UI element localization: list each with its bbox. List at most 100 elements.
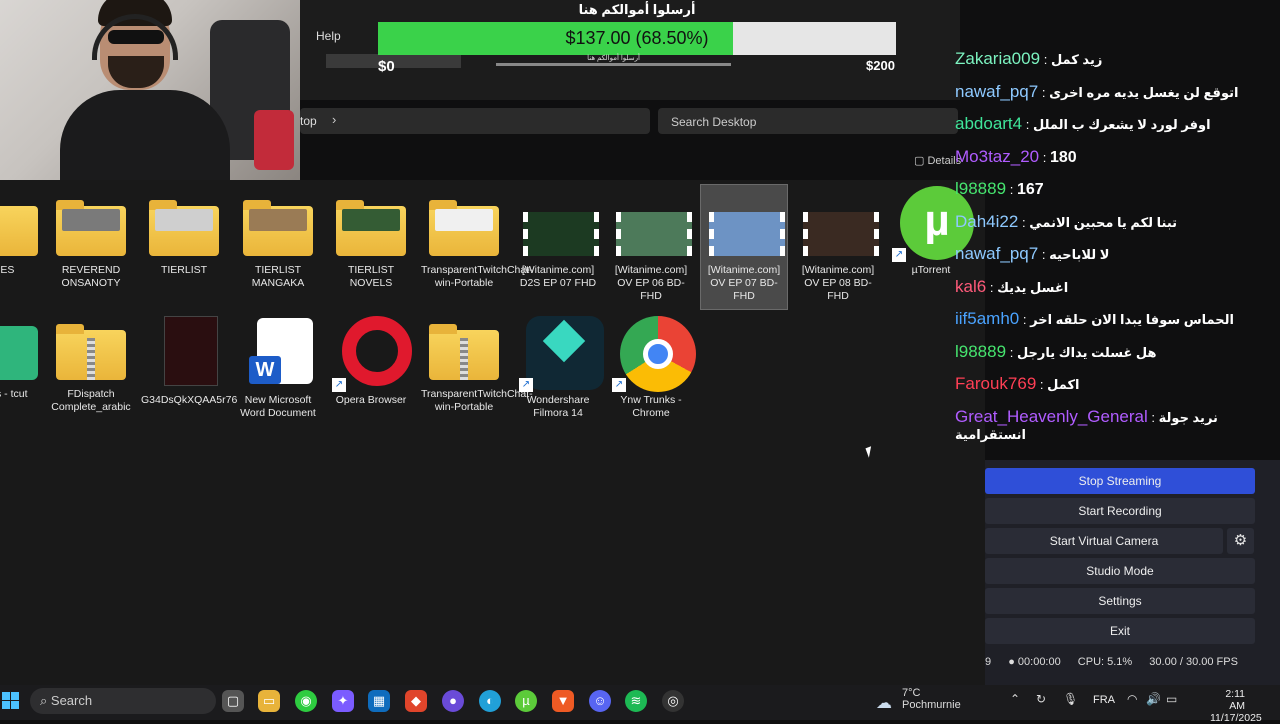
battery-icon[interactable]: ▭ [1166, 692, 1177, 706]
chevron-right-icon[interactable]: › [332, 112, 336, 127]
windows-start-icon[interactable] [0, 691, 20, 711]
file-label: [Witanime.com] OV EP 08 BD-FHD [801, 264, 875, 302]
weather-location: Pochmurnie [902, 699, 961, 711]
file-label: Wondershare Filmora 14 [526, 394, 590, 419]
donation-min: $0 [378, 58, 395, 75]
search-desktop-input[interactable]: Search Desktop [658, 108, 958, 134]
store-icon[interactable]: ▦ [368, 690, 390, 712]
donation-mini-title: أرسلوا أموالكم هنا [496, 54, 731, 66]
file-item[interactable]: TransparentTwitchChat-win-Portable [421, 322, 533, 414]
taskbar-search-label: Search [50, 693, 93, 708]
obs-dropped: 9 [985, 656, 992, 668]
file-label: G34DsQkXQAA5r76 [141, 394, 238, 406]
settings-button[interactable]: Settings [985, 588, 1255, 614]
file-item[interactable]: [Witanime.com] OV EP 06 BD-FHD [608, 198, 694, 303]
chat-message: l98889 : هل غسلت يداك يارجل [955, 342, 1157, 361]
stop-streaming-button[interactable]: Stop Streaming [985, 468, 1255, 494]
file-label: [Witanime.com] D2S EP 07 FHD [519, 264, 597, 289]
obs-status-bar: 9 ● 00:00:00 CPU: 5.1% 30.00 / 30.00 FPS [985, 656, 1270, 678]
webcam-overlay [0, 0, 300, 180]
chat-message: iif5amh0 : الحماس سوفا يبدا الان حلقه اخ… [955, 309, 1234, 328]
menu-help[interactable]: Help [316, 29, 341, 43]
utorrent-taskbar-icon[interactable]: µ [515, 690, 537, 712]
obs-taskbar-icon[interactable]: ◎ [662, 690, 684, 712]
file-item[interactable]: TransparentTwitchChat-win-Portable [421, 198, 533, 290]
file-label: TIERLIST MANGAKA [251, 264, 305, 289]
file-item[interactable]: G34DsQkXQAA5r76 [141, 316, 238, 407]
chat-message: kal6 : اغسل يديك [955, 277, 1069, 296]
brave-icon[interactable]: ▼ [552, 690, 574, 712]
file-label: FDispatch Complete_arabic [51, 388, 131, 413]
language-indicator[interactable]: FRA [1093, 694, 1115, 706]
file-item[interactable]: MES [0, 198, 46, 277]
clock[interactable]: 2:11 AM 11/17/2025 [1210, 688, 1262, 724]
chat-message: nawaf_pq7 : اتوقع لن يغسل يديه مره اخرى [955, 82, 1239, 101]
file-label: [Witanime.com] OV EP 07 BD-FHD [707, 264, 781, 302]
file-item[interactable]: oads - tcut [0, 322, 46, 401]
file-item[interactable]: ↗ Opera Browser [328, 316, 414, 407]
copilot-icon[interactable]: ✦ [332, 690, 354, 712]
chat-message: nawaf_pq7 : لا للاباحيه [955, 244, 1110, 263]
address-text: top [300, 114, 317, 128]
file-label: oads - tcut [0, 388, 28, 400]
file-label: Ynw Trunks - Chrome [620, 394, 682, 419]
file-item[interactable]: ↗ Ynw Trunks - Chrome [608, 316, 696, 420]
chat-message: Farouk769 : اكمل [955, 374, 1080, 393]
task-view-icon[interactable]: ▢ [222, 690, 244, 712]
volume-icon[interactable]: 🔊 [1146, 692, 1161, 706]
chat-message: Great_Heavenly_General : نريد جولة انستق… [955, 407, 1218, 442]
chat-message: Mo3taz_20 : 180 [955, 147, 1077, 166]
studio-mode-button[interactable]: Studio Mode [985, 558, 1255, 584]
file-item[interactable]: [Witanime.com] OV EP 08 BD-FHD [795, 198, 881, 303]
sync-icon[interactable]: ↻ [1036, 692, 1046, 706]
clock-time: 2:11 AM [1225, 688, 1245, 712]
file-item[interactable]: W New Microsoft Word Document [235, 316, 321, 420]
xbox-icon[interactable]: ◉ [295, 690, 317, 712]
discord-icon[interactable]: ☺ [589, 690, 611, 712]
tray-chevron-icon[interactable]: ⌃ [1010, 692, 1020, 706]
chat-app-icon[interactable]: ● [442, 690, 464, 712]
clock-date: 11/17/2025 [1210, 712, 1262, 724]
chat-overlay: Zakaria009 : زيد كمل nawaf_pq7 : اتوقع ل… [955, 45, 1255, 460]
file-label: [Witanime.com] OV EP 06 BD-FHD [614, 264, 688, 302]
obs-fps: 30.00 / 30.00 FPS [1149, 656, 1238, 668]
file-item[interactable]: [Witanime.com] D2S EP 07 FHD [515, 198, 601, 290]
file-label: TIERLIST [160, 264, 208, 276]
file-item[interactable]: ↗ Wondershare Filmora 14 [515, 316, 604, 420]
file-label: Opera Browser [335, 394, 407, 406]
file-explorer-icon[interactable]: ▭ [258, 690, 280, 712]
gear-icon[interactable]: ⚙ [1227, 528, 1254, 554]
file-item[interactable]: REVEREND ONSANOTY [48, 198, 134, 290]
file-label: TransparentTwitchChat-win-Portable [421, 388, 533, 413]
file-item[interactable]: TIERLIST MANGAKA [235, 198, 321, 290]
donation-title: أرسلوا أموالكم هنا [578, 2, 696, 17]
taskbar-search[interactable]: ⌕ Search [30, 688, 216, 714]
microphone-icon[interactable]: 🎙 [1063, 692, 1078, 706]
spotify-icon[interactable]: ≋ [625, 690, 647, 712]
chat-message: abdoart4 : اوفر لورد لا يشعرك ب الملل [955, 114, 1211, 133]
file-label: New Microsoft Word Document [240, 394, 316, 419]
address-bar[interactable] [300, 108, 650, 134]
obs-time: 00:00:00 [1017, 656, 1061, 668]
edge-icon[interactable]: ◐ [479, 690, 501, 712]
start-recording-button[interactable]: Start Recording [985, 498, 1255, 524]
obs-cpu: CPU: 5.1% [1077, 656, 1133, 668]
exit-button[interactable]: Exit [985, 618, 1255, 644]
donation-max: $200 [866, 58, 895, 73]
wifi-icon[interactable]: ◠ [1127, 692, 1137, 706]
file-item[interactable]: FDispatch Complete_arabic [48, 322, 134, 414]
start-virtual-camera-button[interactable]: Start Virtual Camera [985, 528, 1223, 554]
weather-widget[interactable]: ☁ 7°C Pochmurnie [876, 687, 961, 712]
donation-amount: $137.00 (68.50%) [565, 28, 709, 48]
cloud-icon: ☁ [876, 695, 892, 712]
chat-message: Zakaria009 : زيد كمل [955, 49, 1103, 68]
file-item[interactable]: TIERLIST NOVELS [328, 198, 414, 290]
opera-icon [342, 316, 412, 386]
file-item[interactable]: TIERLIST [141, 198, 227, 277]
app-icon[interactable]: ◆ [405, 690, 427, 712]
file-label: TransparentTwitchChat-win-Portable [421, 264, 533, 289]
chat-message: l98889 : 167 [955, 179, 1044, 198]
record-dot-icon: ● [1008, 656, 1015, 668]
file-item-selected[interactable]: [Witanime.com] OV EP 07 BD-FHD [700, 184, 788, 310]
file-label: MES [0, 264, 15, 276]
